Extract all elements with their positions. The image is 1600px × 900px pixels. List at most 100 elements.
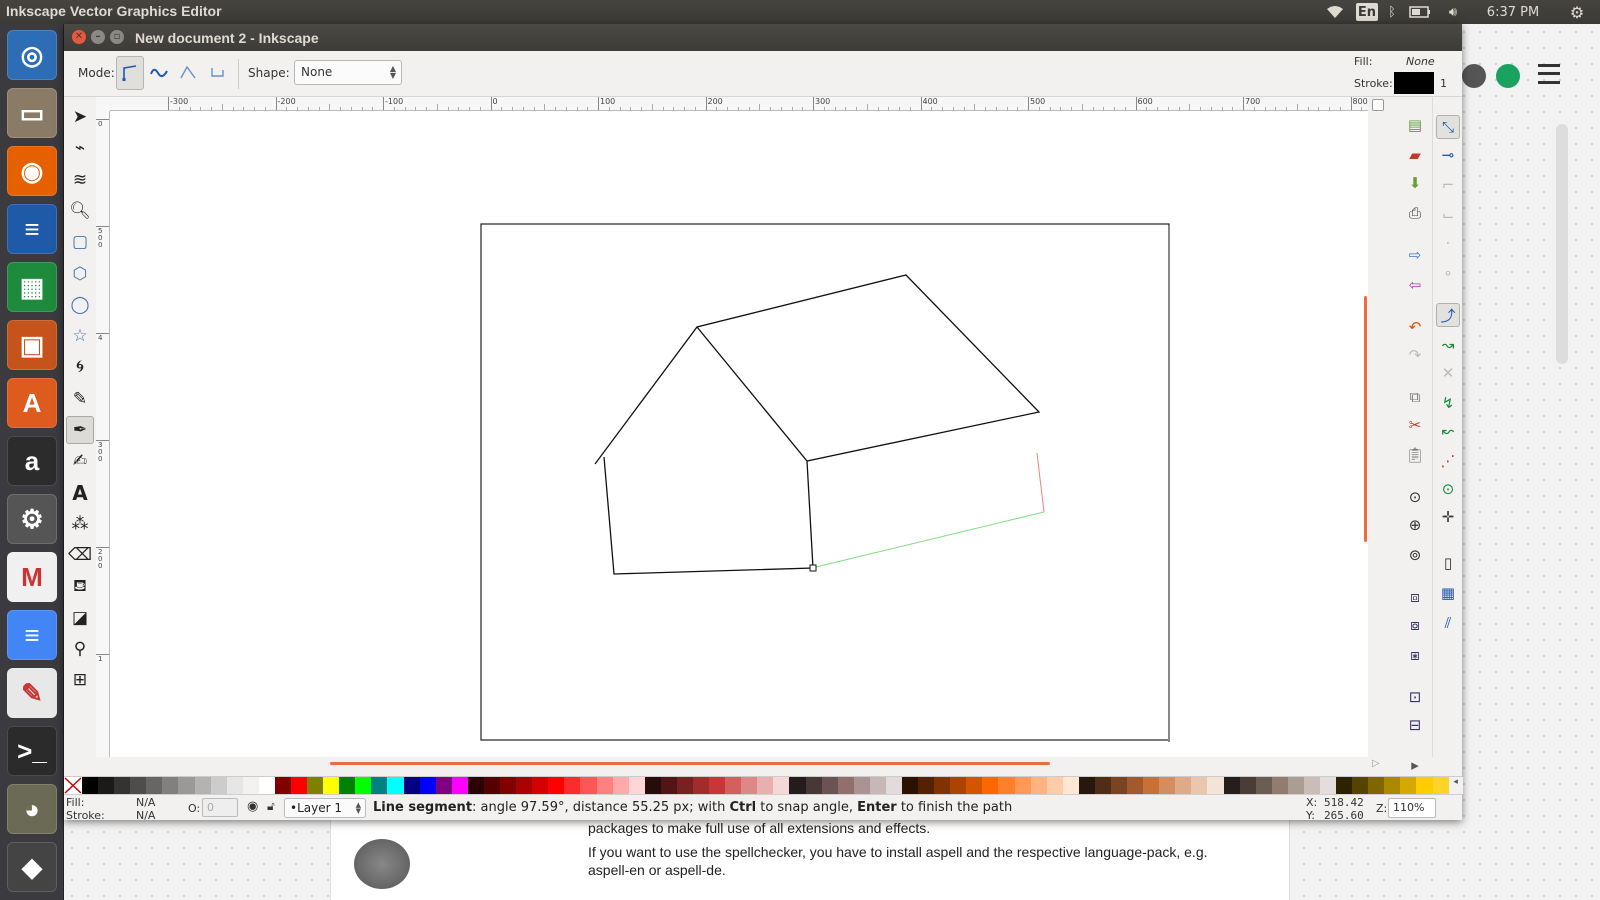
palette-swatch[interactable] — [1191, 777, 1208, 794]
palette-swatch[interactable] — [1255, 777, 1272, 794]
snap-path-intersection-icon[interactable]: ✕ — [1436, 361, 1460, 385]
maximize-window-button[interactable]: ▫ — [110, 30, 124, 44]
horizontal-scrollbar[interactable] — [330, 762, 1050, 765]
snap-bbox-corner-icon[interactable]: ⌙ — [1436, 203, 1460, 227]
palette-swatch[interactable] — [1030, 777, 1047, 794]
snap-cusp-icon[interactable]: ↯ — [1436, 391, 1460, 415]
palette-swatch[interactable] — [194, 777, 211, 794]
palette-swatch[interactable] — [1094, 777, 1111, 794]
palette-swatch[interactable] — [114, 777, 131, 794]
ungroup-icon[interactable]: ⊟ — [1403, 713, 1427, 737]
palette-swatch[interactable] — [869, 777, 886, 794]
palette-swatch[interactable] — [1143, 777, 1160, 794]
rect-tool-icon[interactable]: ▢ — [66, 228, 94, 256]
palette-swatch[interactable] — [805, 777, 822, 794]
palette-swatch[interactable] — [226, 777, 243, 794]
fill-stroke-indicator[interactable]: Fill: None Stroke: 1 — [1344, 51, 1462, 97]
palette-swatch[interactable] — [146, 777, 163, 794]
palette-swatch[interactable] — [307, 777, 324, 794]
text-editor-launcher-icon[interactable]: ✎ — [7, 668, 57, 718]
palette-swatch[interactable] — [178, 777, 195, 794]
spiro-mode-button[interactable] — [145, 56, 173, 90]
opacity-spinbox[interactable]: 0 — [202, 798, 238, 817]
star-tool-icon[interactable]: ☆ — [66, 322, 94, 350]
palette-swatch[interactable] — [467, 777, 484, 794]
palette-swatch[interactable] — [355, 777, 372, 794]
selector-tool-icon[interactable]: ➤ — [66, 103, 94, 131]
import-icon[interactable]: ⇨ — [1403, 243, 1427, 267]
palette-swatch[interactable] — [709, 777, 726, 794]
keyboard-layout-indicator[interactable]: En — [1356, 3, 1378, 21]
current-layer-select[interactable]: •Layer 1 ▲ ▼ — [284, 798, 366, 818]
palette-swatch[interactable] — [258, 777, 275, 794]
palette-swatch[interactable] — [403, 777, 420, 794]
palette-swatch[interactable] — [532, 777, 549, 794]
inkscape-launcher-icon[interactable]: ◆ — [7, 842, 57, 892]
palette-swatch[interactable] — [1271, 777, 1288, 794]
pencil-tool-icon[interactable]: ✎ — [66, 385, 94, 413]
palette-swatch[interactable] — [1062, 777, 1079, 794]
new-document-icon[interactable]: ▤ — [1403, 113, 1427, 137]
palette-swatch[interactable] — [371, 777, 388, 794]
layer-lock-icon[interactable]: 🔓︎ — [267, 799, 275, 814]
palette-swatch[interactable] — [323, 777, 340, 794]
3dbox-tool-icon[interactable]: ⬡ — [66, 260, 94, 288]
layer-visibility-eye-icon[interactable]: ◉ — [247, 799, 258, 814]
palette-swatch[interactable] — [564, 777, 581, 794]
snap-toggle-icon[interactable]: ⤡ — [1436, 115, 1460, 139]
palette-swatch[interactable] — [387, 777, 404, 794]
export-icon[interactable]: ⇦ — [1403, 273, 1427, 297]
gradient-tool-icon[interactable]: ◪ — [66, 604, 94, 632]
palette-scroll-icon[interactable]: ◂ — [1448, 777, 1463, 794]
snap-nodes-icon[interactable]: ⤴ — [1436, 303, 1460, 327]
files-launcher-icon[interactable]: ▭ — [7, 88, 57, 138]
palette-swatch[interactable] — [901, 777, 919, 794]
palette-swatch[interactable] — [1336, 777, 1353, 794]
tweak-tool-icon[interactable]: ≋ — [66, 166, 94, 194]
palette-swatch[interactable] — [934, 777, 951, 794]
palette-swatch[interactable] — [1352, 777, 1369, 794]
vertical-ruler[interactable]: 05 0 043 0 02 0 010 — [96, 111, 110, 757]
node-tool-icon[interactable]: ⌁ — [66, 134, 94, 162]
palette-swatch[interactable] — [885, 777, 902, 794]
palette-swatch[interactable] — [98, 777, 115, 794]
palette-swatch[interactable] — [596, 777, 613, 794]
palette-swatch[interactable] — [612, 777, 629, 794]
cut-icon[interactable]: ✂ — [1403, 413, 1427, 437]
palette-swatch[interactable] — [274, 777, 292, 794]
palette-swatch[interactable] — [1127, 777, 1144, 794]
system-settings-launcher-icon[interactable]: ⚙ — [7, 494, 57, 544]
print-icon[interactable]: ⎙ — [1403, 201, 1427, 225]
palette-swatch[interactable] — [950, 777, 967, 794]
eraser-tool-icon[interactable]: ⌫ — [66, 541, 94, 569]
window-titlebar[interactable]: ✕ – ▫ New document 2 - Inkscape — [64, 24, 1462, 51]
palette-swatch[interactable] — [1400, 777, 1417, 794]
snap-bbox-edge-icon[interactable]: ⌐ — [1436, 173, 1460, 197]
open-icon[interactable]: ▰ — [1403, 143, 1427, 167]
palette-swatch[interactable] — [741, 777, 758, 794]
palette-swatch[interactable] — [210, 777, 227, 794]
shape-select[interactable]: None ▲ ▼ — [294, 60, 402, 85]
bucket-tool-icon[interactable]: ⛾ — [66, 573, 94, 601]
save-icon[interactable]: ⬇ — [1403, 171, 1427, 195]
wifi-icon[interactable] — [1324, 0, 1346, 24]
palette-swatch[interactable] — [789, 777, 806, 794]
palette-swatch[interactable] — [500, 777, 517, 794]
palette-swatch[interactable] — [1368, 777, 1385, 794]
duplicate-icon[interactable]: ⧈ — [1403, 585, 1427, 609]
zoom-selection-icon[interactable]: ⊙ — [1403, 485, 1427, 509]
palette-swatch[interactable] — [516, 777, 533, 794]
snap-grid-icon[interactable]: ▦ — [1436, 581, 1460, 605]
palette-swatch[interactable] — [483, 777, 501, 794]
palette-swatch[interactable] — [291, 777, 308, 794]
firefox-launcher-icon[interactable]: ◉ — [7, 146, 57, 196]
hamburger-menu-icon[interactable] — [1538, 64, 1560, 84]
background-scrollbar[interactable] — [1556, 124, 1568, 364]
palette-swatch[interactable] — [1416, 777, 1433, 794]
snap-bbox-center-icon[interactable]: ∘ — [1436, 261, 1460, 285]
palette-swatch[interactable] — [821, 777, 838, 794]
gmail-launcher-icon[interactable]: M — [7, 552, 57, 602]
zoom-page-icon[interactable]: ⊚ — [1403, 543, 1427, 567]
zoom-spinbox[interactable]: 110% — [1388, 798, 1436, 818]
palette-swatch[interactable] — [966, 777, 983, 794]
